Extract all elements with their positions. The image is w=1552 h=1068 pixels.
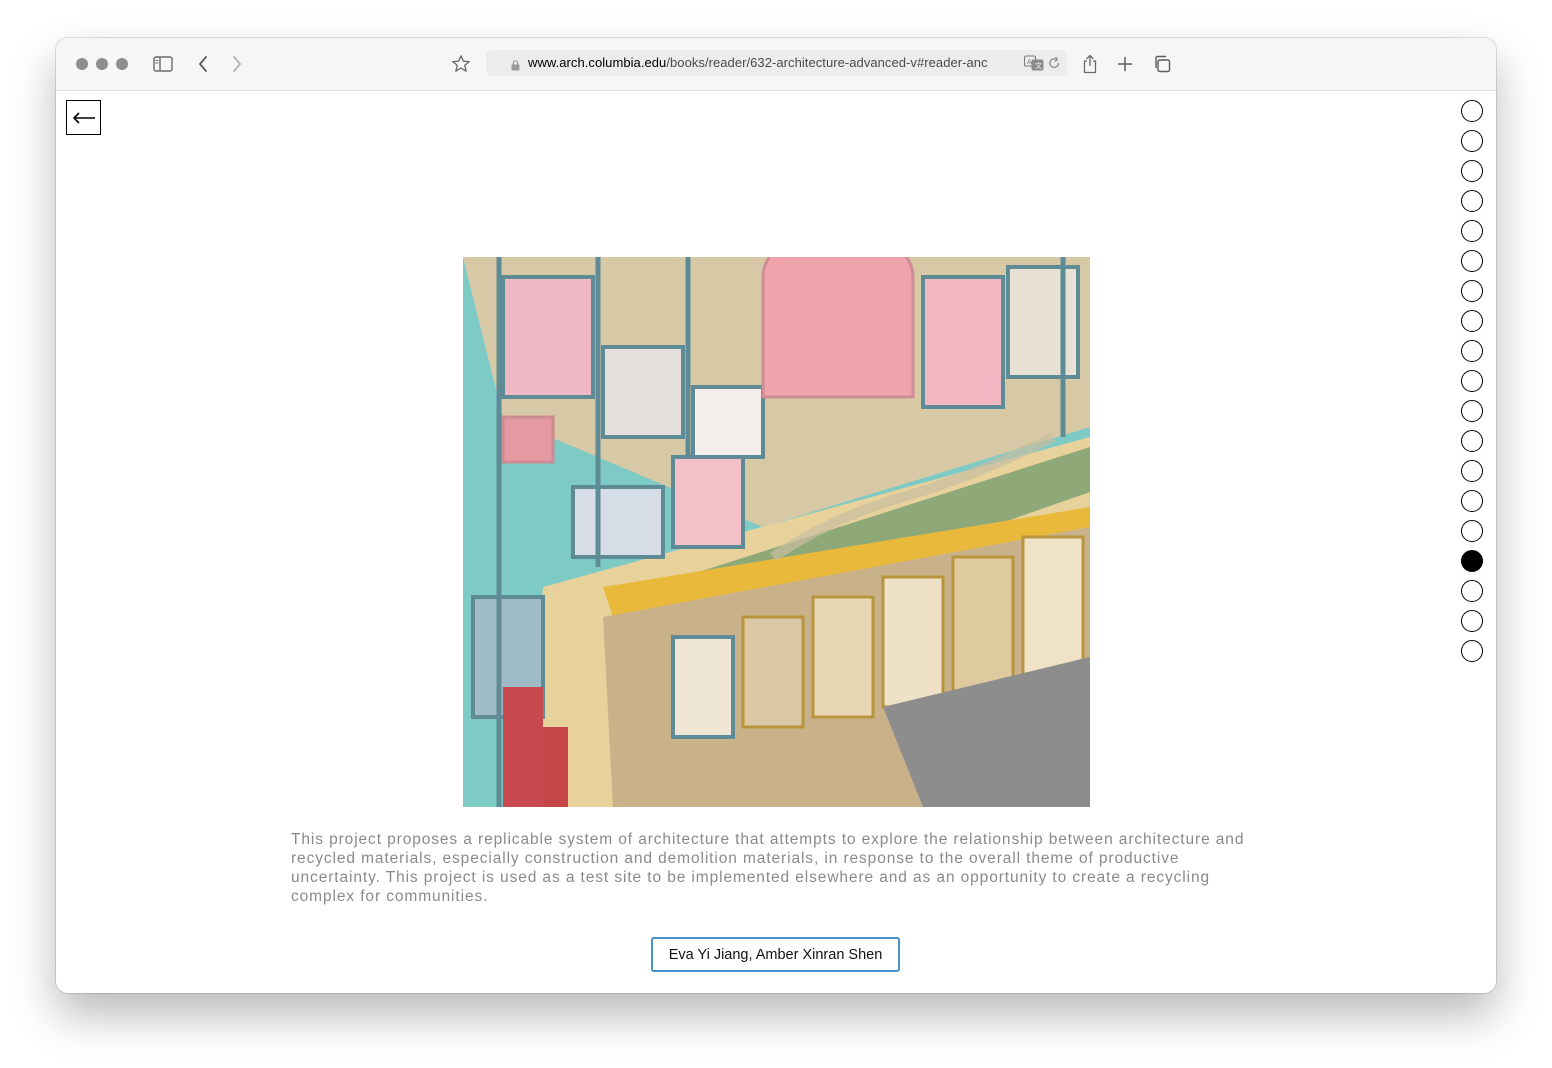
new-tab-icon[interactable] [1112, 51, 1138, 77]
page-dot-2[interactable] [1461, 130, 1483, 152]
page-dot-16[interactable] [1461, 550, 1483, 572]
page-content: This project proposes a replicable syste… [56, 91, 1496, 993]
back-button[interactable] [66, 100, 101, 135]
page-dot-10[interactable] [1461, 370, 1483, 392]
forward-icon[interactable] [224, 51, 250, 77]
sidebar-icon[interactable] [150, 51, 176, 77]
browser-toolbar: www.arch.columbia.edu/books/reader/632-a… [56, 38, 1496, 91]
page-dot-8[interactable] [1461, 310, 1483, 332]
back-arrow-icon [72, 111, 95, 124]
zoom-window-button[interactable] [116, 58, 128, 70]
translate-icon[interactable]: A文 [1023, 55, 1044, 76]
page-dot-17[interactable] [1461, 580, 1483, 602]
page-dot-9[interactable] [1461, 340, 1483, 362]
back-icon[interactable] [190, 51, 216, 77]
page-dot-7[interactable] [1461, 280, 1483, 302]
url-domain: www.arch.columbia.edu [528, 55, 667, 70]
lock-icon [511, 58, 520, 76]
page-dot-12[interactable] [1461, 430, 1483, 452]
page-dot-14[interactable] [1461, 490, 1483, 512]
tab-overview-icon[interactable] [1149, 51, 1175, 77]
url-path: /books/reader/632-architecture-advanced-… [666, 55, 988, 70]
svg-text:文: 文 [1035, 61, 1042, 70]
page-dot-4[interactable] [1461, 190, 1483, 212]
project-description: This project proposes a replicable syste… [291, 831, 1245, 905]
browser-window: www.arch.columbia.edu/books/reader/632-a… [56, 38, 1496, 993]
page-dot-15[interactable] [1461, 520, 1483, 542]
url-text: www.arch.columbia.edu/books/reader/632-a… [528, 55, 1014, 73]
page-dot-1[interactable] [1461, 100, 1483, 122]
share-icon[interactable] [1077, 51, 1103, 77]
close-window-button[interactable] [76, 58, 88, 70]
bookmark-star-icon[interactable] [448, 51, 474, 77]
page-dot-18[interactable] [1461, 610, 1483, 632]
page-dot-6[interactable] [1461, 250, 1483, 272]
authors-button[interactable]: Eva Yi Jiang, Amber Xinran Shen [651, 937, 900, 972]
page-indicator [1461, 100, 1487, 670]
address-bar[interactable]: www.arch.columbia.edu/books/reader/632-a… [486, 50, 1067, 76]
reload-icon[interactable] [1048, 56, 1061, 75]
page-dot-19[interactable] [1461, 640, 1483, 662]
minimize-window-button[interactable] [96, 58, 108, 70]
svg-text:A: A [1027, 58, 1032, 66]
page-dot-5[interactable] [1461, 220, 1483, 242]
project-illustration [463, 257, 1090, 807]
page-dot-11[interactable] [1461, 400, 1483, 422]
page-dot-13[interactable] [1461, 460, 1483, 482]
page-dot-3[interactable] [1461, 160, 1483, 182]
